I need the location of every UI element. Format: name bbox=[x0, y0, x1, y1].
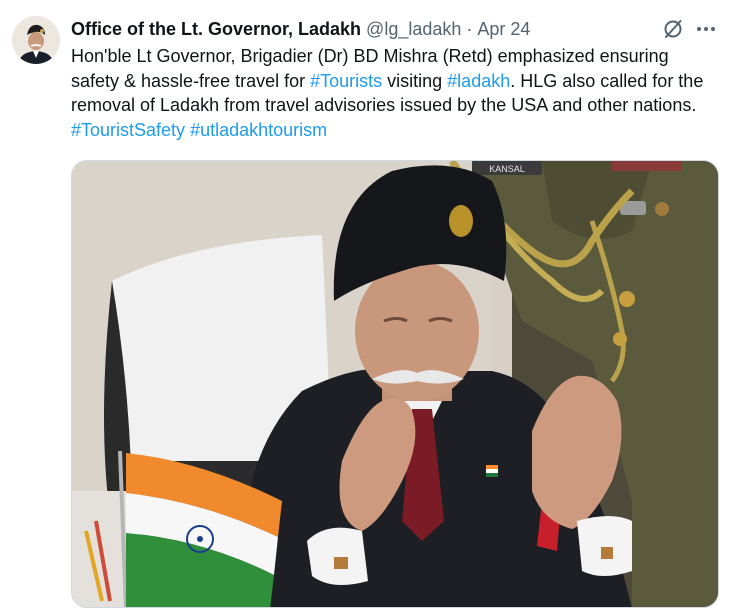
avatar[interactable] bbox=[12, 16, 60, 64]
separator-dot: · bbox=[466, 18, 473, 39]
name-badge-text: KANSAL bbox=[489, 164, 525, 174]
tweet-header: Office of the Lt. Governor, Ladakh @lg_l… bbox=[71, 17, 722, 41]
text-segment: visiting bbox=[382, 70, 448, 91]
hashtag-link-touristsafety[interactable]: #TouristSafety bbox=[71, 120, 185, 140]
more-icon[interactable] bbox=[694, 18, 718, 40]
hashtag-link-utladakhtourism[interactable]: #utladakhtourism bbox=[190, 120, 327, 140]
tweet-media[interactable]: KANSAL bbox=[71, 160, 719, 608]
grok-icon[interactable] bbox=[662, 18, 684, 40]
media-photo: KANSAL bbox=[72, 161, 718, 607]
tweet[interactable]: Office of the Lt. Governor, Ladakh @lg_l… bbox=[0, 0, 738, 615]
user-handle[interactable]: @lg_ladakh bbox=[366, 19, 461, 40]
hashtag-link-ladakh[interactable]: #ladakh bbox=[447, 71, 510, 91]
hashtag-link-tourists[interactable]: #Tourists bbox=[310, 71, 382, 91]
post-date[interactable]: Apr 24 bbox=[477, 19, 530, 40]
tweet-text: Hon'ble Lt Governor, Brigadier (Dr) BD M… bbox=[71, 44, 721, 142]
avatar-image bbox=[12, 16, 60, 64]
display-name[interactable]: Office of the Lt. Governor, Ladakh bbox=[71, 19, 361, 40]
